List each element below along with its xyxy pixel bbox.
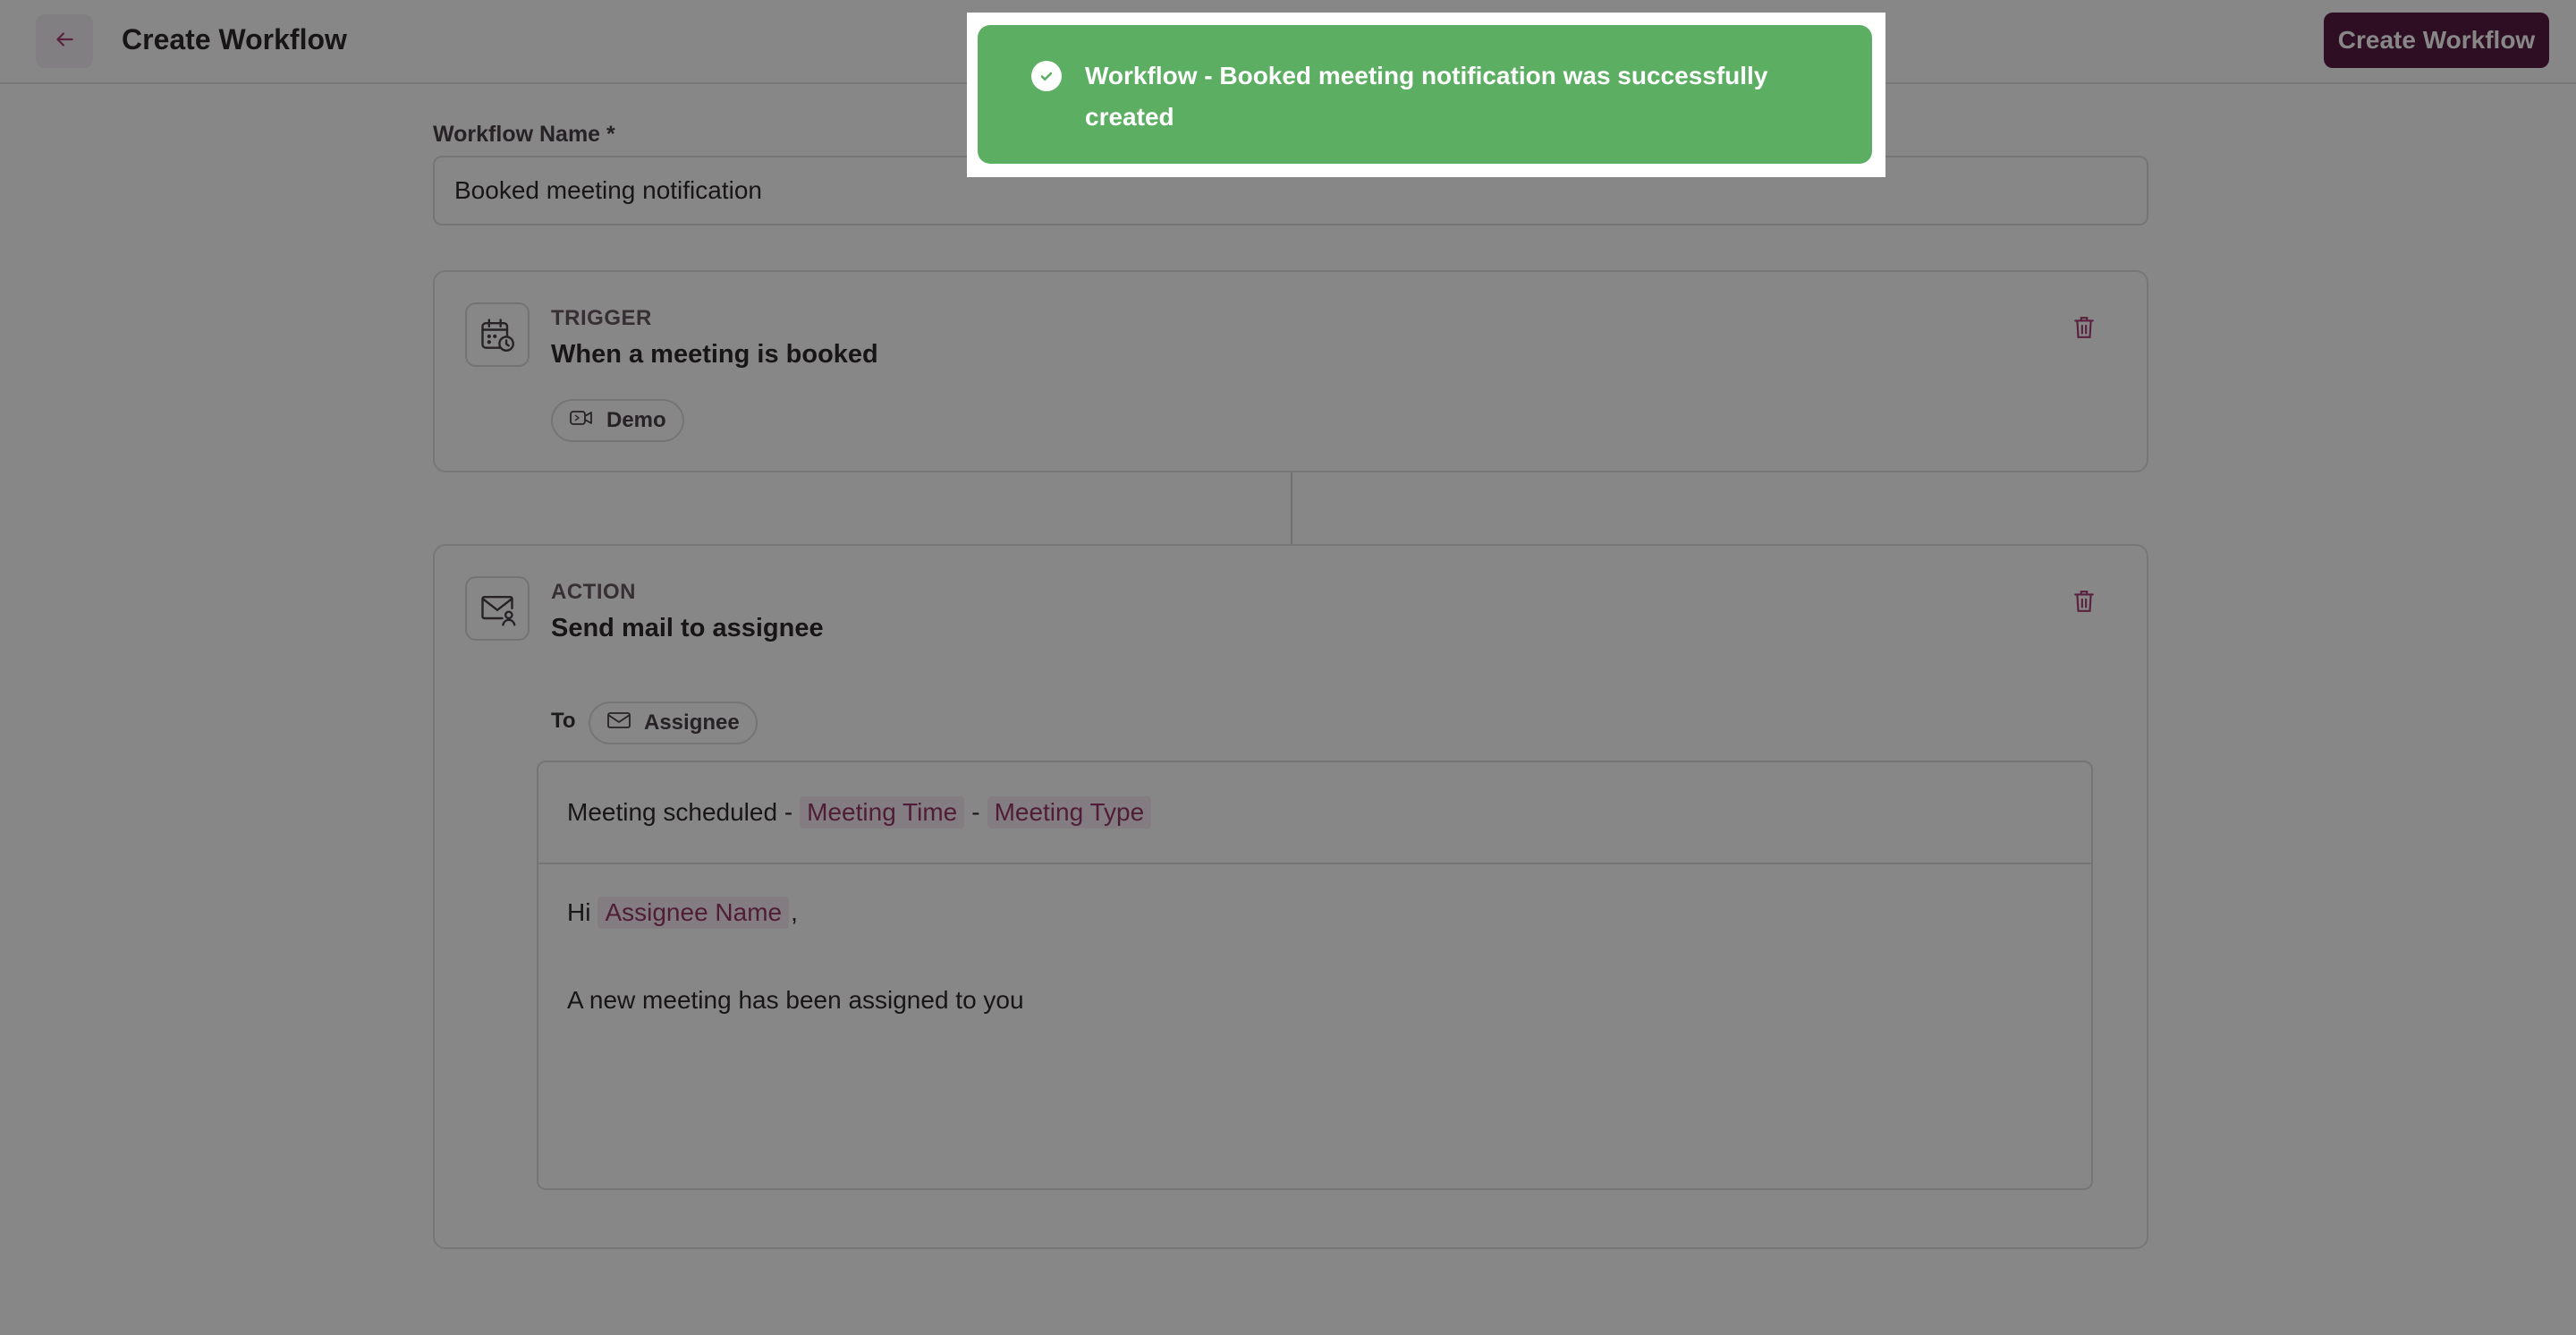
toast-message: Workflow - Booked meeting notification w… (1085, 62, 1768, 131)
success-toast[interactable]: Workflow - Booked meeting notification w… (978, 25, 1872, 164)
workflow-page: Create Workflow Create Workflow Workflow… (0, 0, 2576, 1335)
dim-overlay (0, 0, 2576, 1335)
check-circle-icon (1031, 61, 1062, 91)
